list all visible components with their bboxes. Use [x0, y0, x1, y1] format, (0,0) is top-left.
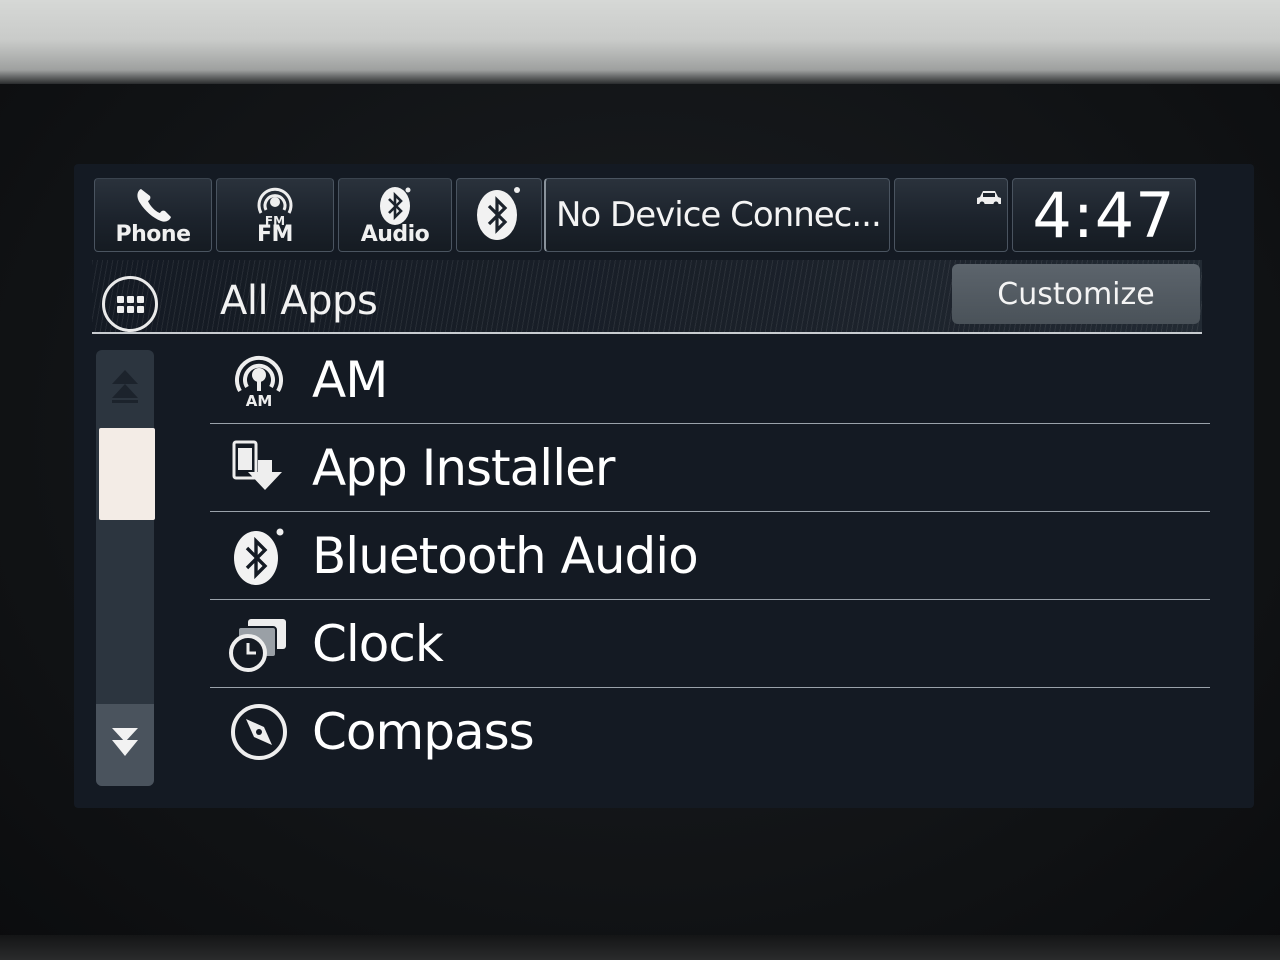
bluetooth-audio-icon — [226, 523, 292, 589]
bluetooth-audio-icon — [377, 185, 413, 231]
bluetooth-icon — [475, 184, 523, 246]
bezel-edge — [0, 935, 1280, 960]
bluetooth-status-button[interactable] — [456, 178, 542, 252]
fm-button[interactable]: FM FM — [216, 178, 334, 252]
clock-display[interactable]: 4:47 — [1012, 178, 1196, 252]
scroll-down-icon — [110, 724, 140, 766]
scroll-top-icon — [110, 368, 140, 408]
audio-button[interactable]: Audio — [338, 178, 452, 252]
app-list: AM AM App Installer Bluetooth Audio Cloc… — [210, 336, 1210, 776]
customize-button[interactable]: Customize — [952, 264, 1200, 324]
device-status[interactable]: No Device Connec... — [544, 178, 890, 252]
list-item-compass[interactable]: Compass — [210, 688, 1210, 776]
page-header: All Apps Customize — [92, 260, 1202, 334]
infotainment-screen: Phone FM FM Audio No Device Connec... 4:… — [74, 164, 1254, 808]
scroll-top-button[interactable] — [96, 350, 154, 426]
clock-icon — [226, 611, 292, 677]
scroll-thumb[interactable] — [99, 428, 155, 520]
page-title: All Apps — [220, 278, 378, 324]
car-icon — [975, 189, 1003, 211]
status-bar: Phone FM FM Audio No Device Connec... 4:… — [74, 164, 1254, 256]
list-item-app-installer[interactable]: App Installer — [210, 424, 1210, 512]
svg-text:FM: FM — [265, 214, 285, 228]
apps-grid-icon — [116, 295, 144, 313]
compass-icon — [226, 699, 292, 765]
fm-radio-icon: FM — [251, 185, 299, 233]
apps-grid-button[interactable] — [102, 276, 158, 332]
list-item-bluetooth-audio[interactable]: Bluetooth Audio — [210, 512, 1210, 600]
list-item-am[interactable]: AM AM — [210, 336, 1210, 424]
am-radio-icon: AM — [226, 347, 292, 413]
svg-text:AM: AM — [246, 392, 273, 409]
vehicle-status[interactable] — [894, 178, 1008, 252]
list-item-clock[interactable]: Clock — [210, 600, 1210, 688]
phone-button[interactable]: Phone — [94, 178, 212, 252]
app-installer-icon — [226, 435, 292, 501]
scroll-down-button[interactable] — [96, 704, 154, 786]
phone-icon — [131, 185, 175, 229]
scrollbar[interactable] — [96, 350, 155, 786]
